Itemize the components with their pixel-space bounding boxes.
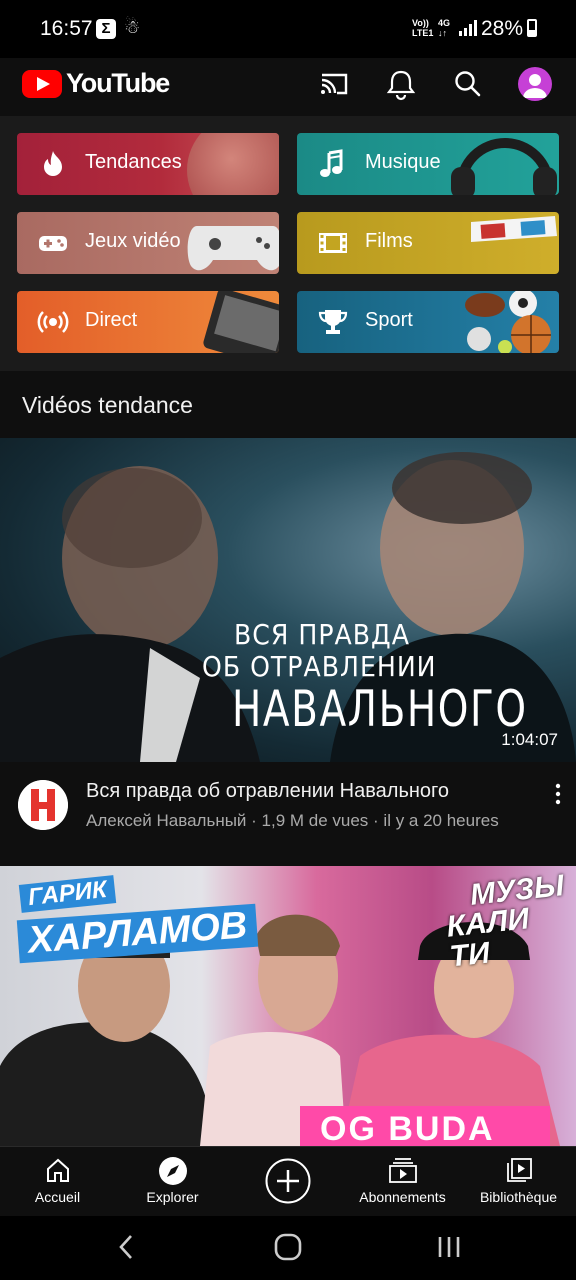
library-icon [506, 1158, 532, 1182]
back-icon[interactable] [116, 1234, 136, 1260]
video-thumbnail[interactable]: ВСЯ ПРАВДА ОБ ОТРАВЛЕНИИ НАВАЛЬНОГО 1:04… [0, 438, 576, 762]
channel-logo [18, 780, 68, 830]
flame-icon [44, 151, 62, 176]
trophy-icon [318, 310, 348, 334]
category-sport[interactable]: Sport [297, 291, 559, 353]
user-silhouette-icon [523, 74, 547, 98]
category-label: Sport [365, 309, 413, 331]
compass-icon [158, 1157, 187, 1185]
youtube-play-icon [22, 69, 62, 98]
nav-abonnements[interactable]: Abonnements [345, 1147, 460, 1217]
music-note-icon [320, 149, 343, 177]
category-jeux-video[interactable]: Jeux vidéo [17, 212, 279, 274]
bottom-navigation: Accueil Explorer Abonnements Bibliothèqu [0, 1146, 576, 1217]
search-icon[interactable] [450, 66, 486, 102]
nav-label: Bibliothèque [479, 1189, 558, 1205]
game-controller-decoration [187, 226, 279, 271]
video-thumbnail[interactable]: ГАРИК ХАРЛАМОВ МУЗЫ КАЛИ ТИ OG BUDA [0, 866, 576, 1146]
category-musique[interactable]: Musique [297, 133, 559, 195]
home-button-icon[interactable] [274, 1233, 302, 1261]
category-label: Films [365, 230, 413, 252]
status-time: 16:57 [40, 17, 93, 40]
explore-categories: Tendances Musique Jeux vidéo Films Direc… [0, 116, 576, 371]
headphones-decoration [451, 138, 557, 195]
category-label: Jeux vidéo [85, 230, 181, 252]
volte-indicator: Vo)) LTE1 [412, 18, 434, 38]
sport-balls-decoration [465, 291, 551, 353]
nav-create[interactable] [230, 1147, 345, 1217]
category-tendances[interactable]: Tendances [17, 133, 279, 195]
youtube-logo[interactable]: YouTube [22, 68, 170, 99]
nav-accueil[interactable]: Accueil [0, 1147, 115, 1217]
film-strip-icon [319, 233, 347, 253]
battery-percent: 28% [481, 17, 524, 40]
thumbnail-text: ОБ ОТРАВЛЕНИИ [202, 650, 437, 683]
signal-icon [459, 20, 477, 36]
category-label: Direct [85, 309, 138, 331]
globe-decoration [187, 133, 279, 195]
thumbnail-text: OG BUDA [320, 1110, 495, 1146]
notifications-bell-icon[interactable] [383, 66, 419, 102]
notification-bot-icon: ☃ [124, 17, 141, 37]
video-title[interactable]: Вся правда об отравлении Навального [86, 780, 449, 803]
nav-bibliotheque[interactable]: Bibliothèque [461, 1147, 576, 1217]
video-duration: 1:04:07 [501, 730, 558, 749]
sigma-notification-icon: Σ [96, 19, 116, 39]
data-4g-indicator: 4G ↓↑ [438, 18, 451, 38]
thumbnail-text: ВСЯ ПРАВДА [234, 618, 410, 651]
channel-avatar[interactable] [18, 780, 68, 830]
nav-explorer[interactable]: Explorer [115, 1147, 230, 1217]
add-circle-icon [265, 1158, 310, 1204]
category-label: Musique [365, 151, 441, 173]
recent-apps-icon[interactable] [436, 1234, 462, 1260]
nav-label: Abonnements [359, 1189, 446, 1205]
category-films[interactable]: Films [297, 212, 559, 274]
system-navigation-bar [0, 1216, 576, 1280]
account-avatar[interactable] [518, 67, 552, 101]
status-bar: 16:57 Σ ☃ Vo)) LTE1 4G ↓↑ 28% [0, 0, 576, 58]
nav-label: Accueil [34, 1189, 81, 1205]
category-label: Tendances [85, 151, 182, 173]
section-title: Vidéos tendance [22, 392, 193, 418]
battery-icon [527, 19, 537, 37]
gamepad-icon [39, 236, 67, 251]
phone-decoration [202, 291, 279, 353]
thumbnail-text: НАВАЛЬНОГО [232, 680, 528, 738]
subscriptions-icon [388, 1158, 417, 1183]
live-broadcast-icon [37, 311, 69, 333]
cast-icon[interactable] [316, 66, 352, 102]
video-details[interactable]: Вся правда об отравлении Навального Алек… [0, 762, 576, 866]
app-header: YouTube [0, 58, 576, 114]
nav-label: Explorer [146, 1189, 199, 1205]
logo-text: YouTube [66, 68, 170, 98]
3d-glasses-decoration [471, 216, 557, 242]
more-options-icon[interactable] [548, 782, 568, 806]
category-direct[interactable]: Direct [17, 291, 279, 353]
home-icon [46, 1158, 69, 1182]
video-metadata: Алексей Навальный · 1,9 M de vues · il y… [86, 811, 499, 830]
